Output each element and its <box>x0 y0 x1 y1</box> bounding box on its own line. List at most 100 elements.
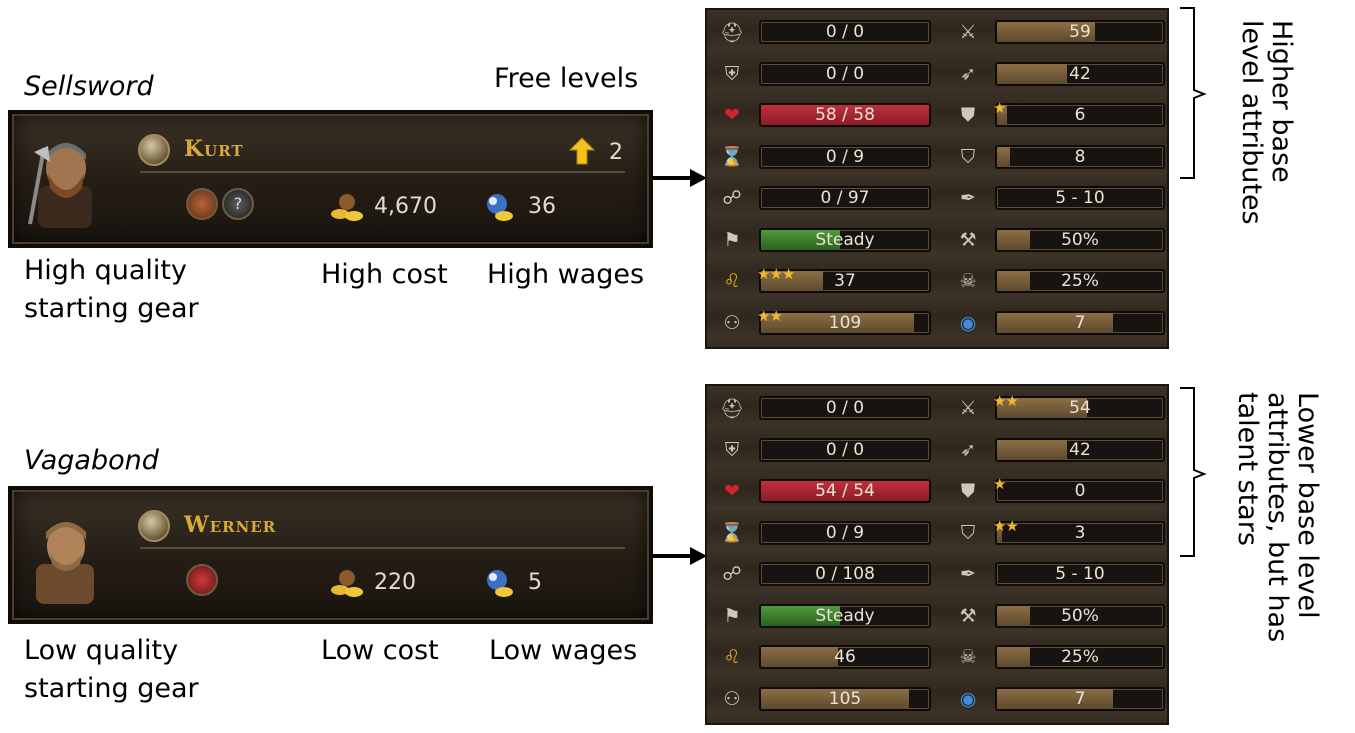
stat-bar[interactable]: 7 <box>995 686 1165 711</box>
side-note-bottom-line1: Lower base level <box>1292 392 1323 619</box>
stat-row: ☠ 25% <box>707 645 1167 671</box>
divider <box>140 171 625 173</box>
side-note-top-line2: level attributes <box>1236 20 1267 225</box>
damage-icon: ✒ <box>960 187 976 209</box>
stat-bar[interactable]: 25% <box>995 269 1165 293</box>
recruit-name: Kurt <box>184 136 244 162</box>
portrait-avatar <box>28 143 92 228</box>
daily-wage: 36 <box>528 194 556 219</box>
stat-bar[interactable]: 6 <box>995 103 1165 127</box>
stat-value: 7 <box>1074 312 1086 333</box>
background-icon[interactable] <box>138 134 170 166</box>
side-note-bottom: Lower base level attributes, but has tal… <box>1232 392 1323 642</box>
armor-damage-icon: ⚒ <box>959 228 977 251</box>
stat-row: ⚒ 50% <box>707 227 1167 254</box>
gear-caption-line1: Low quality <box>24 635 179 666</box>
daily-wage-icon <box>487 570 513 597</box>
vision-eye-icon: ◉ <box>959 687 977 710</box>
talent-stars-icon: ★★ <box>993 392 1019 410</box>
talent-stars-icon: ★ <box>993 99 1006 117</box>
side-note-bottom-line3: talent stars <box>1232 392 1263 546</box>
stat-value: 7 <box>1074 688 1086 709</box>
bracket-bottom <box>1180 387 1207 557</box>
stat-row: ⚔ 59 <box>707 20 1167 46</box>
wages-caption: High wages <box>487 259 645 290</box>
stat-bar[interactable]: 42 <box>995 61 1165 86</box>
stat-value: 54 <box>1069 398 1091 418</box>
portrait-avatar <box>36 522 94 604</box>
stat-row: ⚔ 54 ★★ <box>707 392 1167 422</box>
sword-icon: ⚔ <box>959 21 977 43</box>
stat-row: ⛊ 6 ★ <box>707 99 1167 129</box>
melee-defense-icon: ⛊ <box>960 480 976 502</box>
stat-bar[interactable]: 42 <box>995 437 1165 462</box>
stat-bar[interactable]: 5 - 10 <box>995 186 1165 210</box>
stat-value: 42 <box>1069 439 1091 460</box>
talent-stars-icon: ★ <box>993 475 1006 493</box>
stat-row: ➶ 42 <box>707 61 1167 88</box>
stat-bar[interactable]: 59 <box>995 20 1165 44</box>
divider <box>140 547 625 549</box>
stat-bar[interactable]: 25% <box>995 645 1165 669</box>
background-icon[interactable] <box>138 510 170 542</box>
stat-value: 42 <box>1069 63 1091 84</box>
hire-cost: 4,670 <box>374 194 437 219</box>
gear-caption-line2: starting gear <box>24 293 199 324</box>
unknown-trait-icon[interactable]: ? <box>222 188 254 220</box>
stat-value: 50% <box>1061 605 1099 626</box>
free-levels-value: 2 <box>609 140 623 165</box>
bow-icon: ➶ <box>960 62 976 85</box>
background-label-vagabond: Vagabond <box>24 445 159 476</box>
trait-icon[interactable] <box>186 188 218 220</box>
stat-value: 25% <box>1061 647 1099 667</box>
vision-eye-icon: ◉ <box>959 311 977 334</box>
free-levels-caption: Free levels <box>494 63 639 94</box>
stat-bar[interactable]: 54 <box>995 396 1165 420</box>
stat-row: ✒ 5 - 10 <box>707 562 1167 588</box>
stat-row: ➶ 42 <box>707 437 1167 464</box>
cost-caption: Low cost <box>321 635 439 666</box>
stat-bar[interactable]: 0 <box>995 479 1165 503</box>
stat-row: ☠ 25% <box>707 269 1167 295</box>
stats-panel-vagabond: ⛑ 0 / 0 ⛨ 0 / 0 ❤ 54 / 54 ⌛ 0 / 9 ☍ 0 / 108 ⚑ Stead… <box>705 384 1169 725</box>
daily-wage-icon <box>487 194 513 221</box>
stat-bar[interactable]: 50% <box>995 603 1165 628</box>
stat-row: ◉ 7 <box>707 686 1167 713</box>
trait-icon[interactable] <box>186 564 218 596</box>
stat-value: 0 <box>1074 481 1086 501</box>
stat-row: ⛉ 8 <box>707 144 1167 171</box>
ranged-defense-icon: ⛉ <box>960 521 976 544</box>
stat-bar[interactable]: 8 <box>995 144 1165 169</box>
side-note-top: Higher base level attributes <box>1236 20 1297 225</box>
talent-stars-icon: ★★ <box>993 516 1019 535</box>
recruit-card-sellsword[interactable]: Kurt 2 ? 4,670 36 <box>8 110 653 248</box>
stat-row: ⛉ 3 ★★ <box>707 517 1167 547</box>
damage-icon: ✒ <box>960 563 976 585</box>
arrow-right-icon <box>652 169 707 187</box>
stat-row: ⚒ 50% <box>707 603 1167 630</box>
bracket-top <box>1180 7 1207 179</box>
hire-cost: 220 <box>374 570 416 595</box>
skull-icon: ☠ <box>959 646 977 668</box>
gear-caption-line1: High quality <box>24 255 188 286</box>
skull-icon: ☠ <box>959 270 977 292</box>
stat-value: 59 <box>1069 22 1091 42</box>
stat-bar[interactable]: 5 - 10 <box>995 562 1165 586</box>
stats-panel-sellsword: ⛑ 0 / 0 ⛨ 0 / 0 ❤ 58 / 58 ⌛ 0 / 9 ☍ 0 / 97 ⚑ Steady… <box>705 8 1169 349</box>
daily-wage: 5 <box>528 570 542 595</box>
stat-value: 5 - 10 <box>1055 564 1105 584</box>
armor-damage-icon: ⚒ <box>959 604 977 627</box>
stat-value: 8 <box>1074 146 1086 167</box>
stat-bar[interactable]: 50% <box>995 227 1165 252</box>
recruit-card-vagabond[interactable]: Werner 220 5 <box>8 486 653 624</box>
stat-row: ◉ 7 <box>707 310 1167 337</box>
level-up-arrow-icon <box>569 137 595 165</box>
gold-coins-icon <box>331 570 363 597</box>
stat-bar[interactable]: 3 <box>995 520 1165 545</box>
gear-caption-line2: starting gear <box>24 673 199 704</box>
stat-value: 6 <box>1074 105 1086 125</box>
bow-icon: ➶ <box>960 438 976 461</box>
gold-coins-icon <box>331 194 363 221</box>
stat-value: 25% <box>1061 271 1099 291</box>
stat-bar[interactable]: 7 <box>995 310 1165 335</box>
